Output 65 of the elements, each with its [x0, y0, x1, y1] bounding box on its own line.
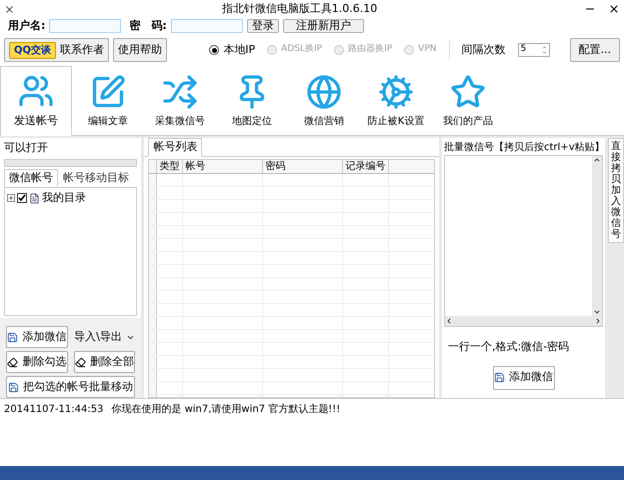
- column-header: 类型: [157, 160, 184, 172]
- contact-author-button[interactable]: QQ交谈 联系作者: [4, 38, 110, 62]
- username-field[interactable]: [49, 19, 122, 33]
- save-icon: [8, 382, 20, 392]
- table-tab[interactable]: 帐号列表: [148, 138, 202, 156]
- horizontal-scrollbar[interactable]: [445, 316, 602, 326]
- add-wechat-button[interactable]: 添加微信: [492, 366, 554, 390]
- tab-label: 地图定位: [232, 114, 272, 129]
- expand-toggle[interactable]: [7, 194, 15, 202]
- feature-tab[interactable]: 防止被K设置: [360, 65, 432, 135]
- batch-input-title: 批量微信号【拷贝后按ctrl+v粘贴】: [444, 140, 603, 155]
- qq-chat-badge: QQ交谈: [9, 42, 56, 58]
- shuffle-icon: [162, 74, 198, 110]
- status-label: 可以打开: [3, 140, 49, 156]
- delete-all-button[interactable]: 删除全部: [74, 351, 136, 373]
- window-title: 指北针微信电脑版工具1.0.6.10: [220, 0, 378, 17]
- vertical-scrollbar[interactable]: [592, 156, 602, 316]
- close-button[interactable]: [608, 3, 620, 15]
- feature-tab[interactable]: 我们的产品: [432, 65, 504, 135]
- save-icon: [494, 372, 505, 383]
- login-button[interactable]: 登录: [246, 19, 279, 33]
- tab-label: 微信营销: [304, 114, 344, 129]
- batch-move-button[interactable]: 把勾选的帐号批量移动: [6, 376, 136, 398]
- config-button[interactable]: 配置...: [570, 38, 620, 62]
- help-button[interactable]: 使用帮助: [113, 38, 168, 62]
- pencil-note-icon: [90, 74, 126, 110]
- tab-label: 发送帐号: [14, 112, 58, 128]
- log-time: 20141107-11:44:53: [4, 403, 104, 417]
- ip-mode-radio[interactable]: 本地IP: [209, 42, 256, 58]
- globe-icon: [306, 74, 342, 110]
- star-icon: [450, 74, 486, 110]
- save-icon: [7, 332, 18, 342]
- document-icon: [29, 192, 40, 204]
- gear-icon: [378, 74, 414, 110]
- contact-author-label: 联系作者: [60, 42, 104, 58]
- feature-tab[interactable]: 采集微信号: [144, 65, 216, 135]
- feature-tab[interactable]: 发送帐号: [0, 66, 72, 136]
- tab-label: 采集微信号: [155, 114, 205, 129]
- eraser-icon: [75, 356, 86, 368]
- feature-tab[interactable]: 地图定位: [216, 65, 288, 135]
- tab-label: 编辑文章: [88, 114, 128, 129]
- feature-tab[interactable]: 编辑文章: [72, 65, 144, 135]
- password-label: 密 码:: [129, 18, 167, 34]
- panel-tab[interactable]: 微信帐号: [4, 168, 58, 187]
- register-button[interactable]: 注册新用户: [282, 19, 364, 33]
- interval-label: 间隔次数: [462, 42, 506, 58]
- side-tab[interactable]: 直接拷贝加入微信号: [608, 138, 624, 243]
- feature-tab[interactable]: 微信营销: [288, 65, 360, 135]
- column-header: 记录编号: [343, 160, 390, 172]
- column-header: 密码: [263, 160, 344, 172]
- format-hint: 一行一个,格式:微信-密码: [447, 339, 570, 355]
- interval-spinbox[interactable]: 5: [518, 43, 550, 57]
- log-message: 你现在使用的是 win7,请使用win7 官方默认主题!!!: [111, 402, 340, 417]
- tab-label: 防止被K设置: [368, 114, 424, 129]
- delete-checked-button[interactable]: 删除勾选: [6, 351, 68, 373]
- username-label: 用户名:: [8, 18, 46, 34]
- tree-item-label[interactable]: 我的目录: [42, 190, 86, 206]
- eraser-icon: [7, 356, 18, 368]
- import-export-button[interactable]: 导入\导出: [74, 326, 136, 348]
- tab-label: 我们的产品: [443, 114, 493, 129]
- password-field[interactable]: [170, 19, 243, 33]
- column-header: 帐号: [183, 160, 264, 172]
- panel-tab[interactable]: 帐号移动目标: [58, 168, 134, 187]
- tree-checkbox[interactable]: [17, 193, 27, 204]
- add-wechat-button[interactable]: 添加微信: [6, 326, 68, 348]
